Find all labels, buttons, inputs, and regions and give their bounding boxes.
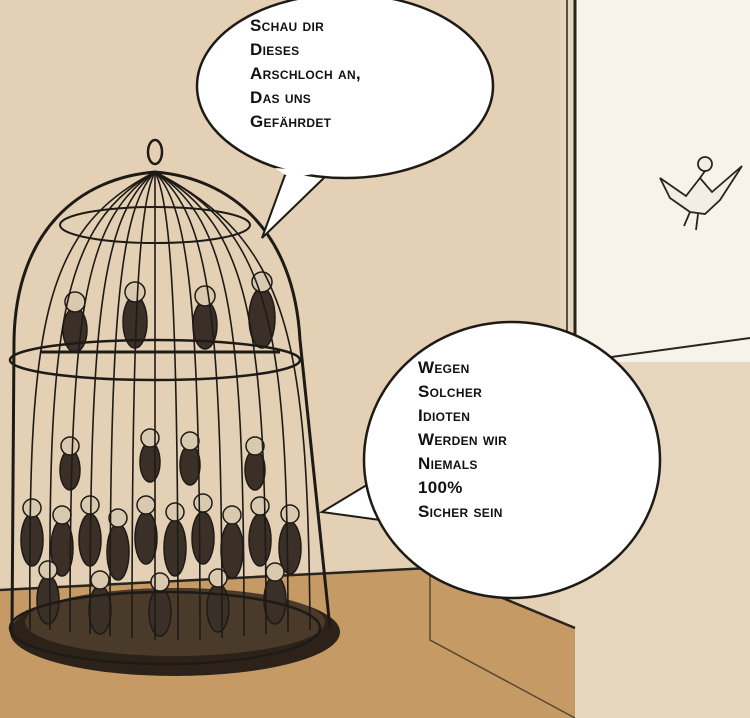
bubble-right-line: IDIOTEN — [418, 406, 471, 425]
bubble-top-line: DAS UNS — [250, 88, 312, 107]
speech-bubble-right-text: WEGEN SOLCHER IDIOTEN WERDEN WIR NIEMALS… — [418, 356, 507, 524]
speech-bubble-top-text: SCHAU DIR DIESES ARSCHLOCH AN, DAS UNS G… — [250, 14, 361, 134]
bubble-right-line: WERDEN WIR — [418, 430, 508, 449]
cartoon-illustration — [0, 0, 750, 718]
bubble-top-line: DIESES — [250, 40, 300, 59]
cartoon-scene: SCHAU DIR DIESES ARSCHLOCH AN, DAS UNS G… — [0, 0, 750, 718]
bubble-right-line: SOLCHER — [418, 382, 483, 401]
bubble-right-line: WEGEN — [418, 358, 470, 377]
bubble-top-line: SCHAU DIR — [250, 16, 325, 35]
bubble-right-line: 100% — [418, 478, 463, 497]
bubble-right-line: NIEMALS — [418, 454, 478, 473]
bubble-right-line: SICHER SEIN — [418, 502, 503, 521]
bubble-top-line: ARSCHLOCH AN, — [250, 64, 361, 83]
bubble-top-line: GEFÄHRDET — [250, 112, 332, 131]
